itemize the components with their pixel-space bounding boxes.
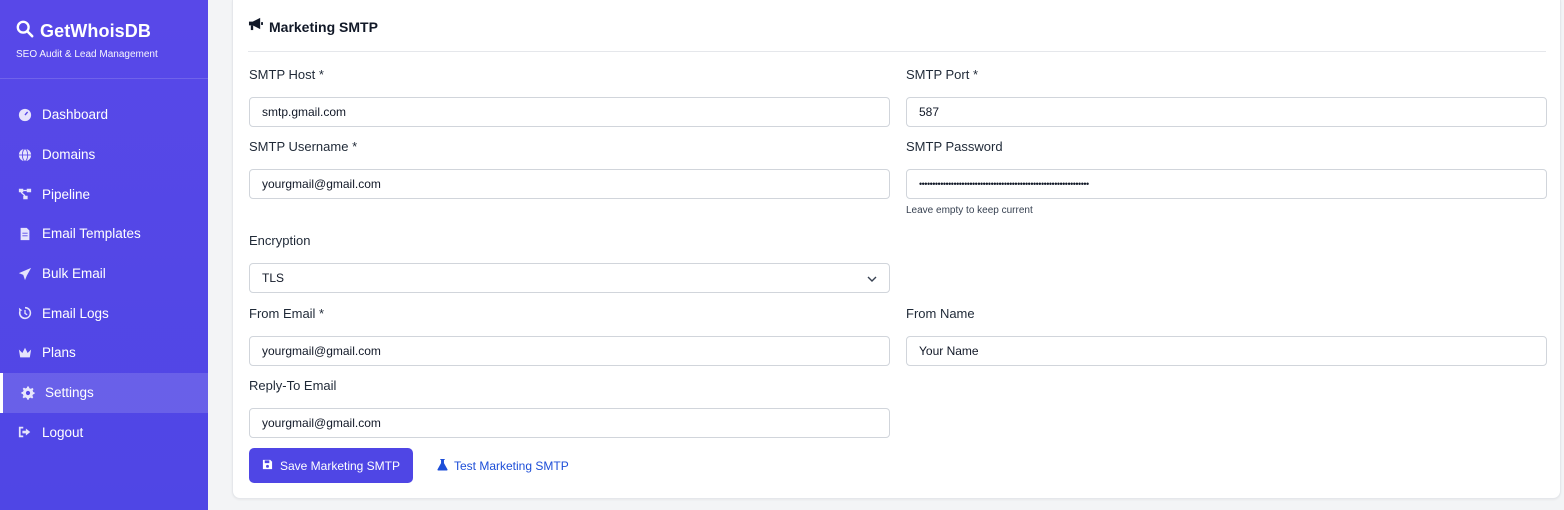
globe-icon bbox=[17, 147, 33, 163]
sidebar-item-label: Logout bbox=[42, 424, 84, 440]
from-email-input[interactable]: yourgmail@gmail.com bbox=[249, 336, 890, 366]
save-button-label: Save Marketing SMTP bbox=[279, 458, 401, 473]
smtp-port-group: SMTP Port * 587 bbox=[906, 67, 1547, 127]
sidebar-item-dashboard[interactable]: Dashboard bbox=[0, 95, 208, 135]
encryption-select[interactable]: TLS bbox=[249, 263, 890, 293]
reply-to-input[interactable]: yourgmail@gmail.com bbox=[249, 408, 890, 438]
brand-tagline: SEO Audit & Lead Management bbox=[16, 49, 158, 60]
chevron-down-icon bbox=[867, 271, 877, 285]
card-header: Marketing SMTP bbox=[248, 0, 1546, 52]
from-email-label: From Email * bbox=[249, 306, 325, 321]
smtp-host-input[interactable]: smtp.gmail.com bbox=[249, 97, 890, 127]
crown-icon bbox=[17, 345, 33, 361]
flask-icon bbox=[437, 458, 448, 474]
from-name-label: From Name bbox=[906, 306, 975, 321]
sidebar-item-plans[interactable]: Plans bbox=[0, 333, 208, 373]
sidebar-item-logout[interactable]: Logout bbox=[0, 413, 208, 453]
brand: GetWhoisDB SEO Audit & Lead Management bbox=[0, 0, 208, 79]
smtp-port-input[interactable]: 587 bbox=[906, 97, 1547, 127]
smtp-password-input[interactable]: ••••••••••••••••••••••••••••••••••••••••… bbox=[906, 169, 1547, 199]
smtp-port-label: SMTP Port * bbox=[906, 67, 979, 82]
sidebar-item-email-templates[interactable]: Email Templates bbox=[0, 214, 208, 254]
sidebar: GetWhoisDB SEO Audit & Lead Management D… bbox=[0, 0, 208, 510]
smtp-username-input[interactable]: yourgmail@gmail.com bbox=[249, 169, 890, 199]
smtp-host-label: SMTP Host * bbox=[249, 67, 324, 82]
sidebar-item-label: Email Templates bbox=[42, 226, 141, 242]
from-name-input[interactable]: Your Name bbox=[906, 336, 1547, 366]
smtp-password-label: SMTP Password bbox=[906, 139, 1003, 154]
file-icon bbox=[17, 226, 33, 242]
sidebar-item-bulk-email[interactable]: Bulk Email bbox=[0, 254, 208, 294]
search-icon bbox=[16, 20, 34, 43]
sidebar-nav: Dashboard Domains Pipeline Email Templat… bbox=[0, 95, 208, 452]
brand-name: GetWhoisDB bbox=[40, 21, 151, 41]
marketing-smtp-card: Marketing SMTP SMTP Host * smtp.gmail.co… bbox=[232, 0, 1561, 499]
sidebar-item-label: Settings bbox=[45, 385, 94, 401]
smtp-host-group: SMTP Host * smtp.gmail.com bbox=[249, 67, 890, 127]
gear-icon bbox=[20, 385, 36, 401]
history-icon bbox=[17, 305, 33, 321]
encryption-label: Encryption bbox=[249, 233, 311, 248]
floppy-disk-icon bbox=[262, 459, 273, 473]
paper-plane-icon bbox=[17, 266, 33, 282]
save-marketing-smtp-button[interactable]: Save Marketing SMTP bbox=[249, 448, 413, 483]
test-link-label: Test Marketing SMTP bbox=[454, 458, 569, 473]
sidebar-item-label: Email Logs bbox=[42, 305, 109, 321]
from-name-group: From Name Your Name bbox=[906, 306, 1547, 366]
bullhorn-icon bbox=[248, 17, 263, 36]
test-marketing-smtp-link[interactable]: Test Marketing SMTP bbox=[437, 448, 569, 483]
pipeline-icon bbox=[17, 186, 33, 202]
reply-to-label: Reply-To Email bbox=[249, 378, 337, 393]
smtp-password-group: SMTP Password ••••••••••••••••••••••••••… bbox=[906, 139, 1547, 216]
card-title: Marketing SMTP bbox=[269, 18, 378, 35]
sidebar-item-label: Domains bbox=[42, 147, 96, 163]
encryption-group: Encryption TLS bbox=[249, 233, 890, 293]
sidebar-item-label: Bulk Email bbox=[42, 266, 106, 282]
smtp-password-hint: Leave empty to keep current bbox=[906, 205, 1033, 216]
reply-to-group: Reply-To Email yourgmail@gmail.com bbox=[249, 378, 890, 438]
encryption-selected-value: TLS bbox=[262, 271, 285, 285]
sidebar-item-label: Dashboard bbox=[42, 107, 109, 123]
sidebar-item-pipeline[interactable]: Pipeline bbox=[0, 174, 208, 214]
smtp-username-group: SMTP Username * yourgmail@gmail.com bbox=[249, 139, 890, 199]
from-email-group: From Email * yourgmail@gmail.com bbox=[249, 306, 890, 366]
gauge-icon bbox=[17, 107, 33, 123]
sidebar-item-label: Pipeline bbox=[42, 186, 91, 202]
sidebar-item-email-logs[interactable]: Email Logs bbox=[0, 293, 208, 333]
smtp-username-label: SMTP Username * bbox=[249, 139, 358, 154]
sidebar-item-label: Plans bbox=[42, 345, 76, 361]
sidebar-item-domains[interactable]: Domains bbox=[0, 135, 208, 175]
sidebar-item-settings[interactable]: Settings bbox=[0, 372, 208, 413]
logout-icon bbox=[17, 424, 33, 440]
